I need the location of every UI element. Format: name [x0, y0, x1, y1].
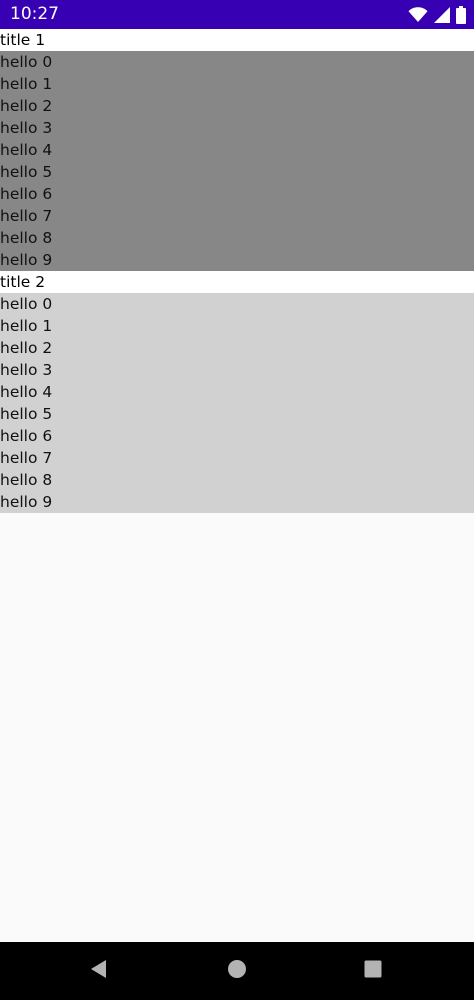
back-button[interactable] [87, 959, 111, 983]
wifi-icon [408, 7, 428, 23]
recents-icon [363, 959, 383, 983]
status-bar: 10:27 [0, 0, 474, 29]
list-item: hello 7 [0, 449, 53, 467]
list-item: hello 9 [0, 251, 53, 269]
section-list: hello 0 hello 1 hello 2 hello 3 hello 4 … [0, 51, 474, 271]
list-item: hello 3 [0, 119, 53, 137]
list-item: hello 9 [0, 493, 53, 511]
cellular-signal-icon [434, 7, 450, 23]
status-time: 10:27 [10, 4, 59, 24]
list-item: hello 0 [0, 295, 53, 313]
home-button[interactable] [225, 959, 249, 983]
list-item: hello 5 [0, 405, 53, 423]
list-item: hello 3 [0, 361, 53, 379]
back-icon [89, 959, 109, 983]
list-item: hello 4 [0, 383, 53, 401]
list-item: hello 5 [0, 163, 53, 181]
list-item: hello 0 [0, 53, 53, 71]
list-item: hello 1 [0, 317, 53, 335]
list-item: hello 2 [0, 339, 53, 357]
section-title: title 1 [0, 29, 474, 51]
battery-icon [456, 6, 466, 24]
recents-button[interactable] [361, 959, 385, 983]
list-item: hello 4 [0, 141, 53, 159]
home-icon [227, 959, 247, 983]
list-item: hello 8 [0, 471, 53, 489]
list-item: hello 8 [0, 229, 53, 247]
list-item: hello 6 [0, 427, 53, 445]
list-item: hello 2 [0, 97, 53, 115]
navigation-bar [0, 942, 474, 1000]
section-list: hello 0 hello 1 hello 2 hello 3 hello 4 … [0, 293, 474, 513]
status-icons [408, 5, 466, 25]
list-item: hello 1 [0, 75, 53, 93]
list-item: hello 6 [0, 185, 53, 203]
list-item: hello 7 [0, 207, 53, 225]
list-content[interactable]: title 1 hello 0 hello 1 hello 2 hello 3 … [0, 29, 474, 942]
section-title: title 2 [0, 271, 474, 293]
